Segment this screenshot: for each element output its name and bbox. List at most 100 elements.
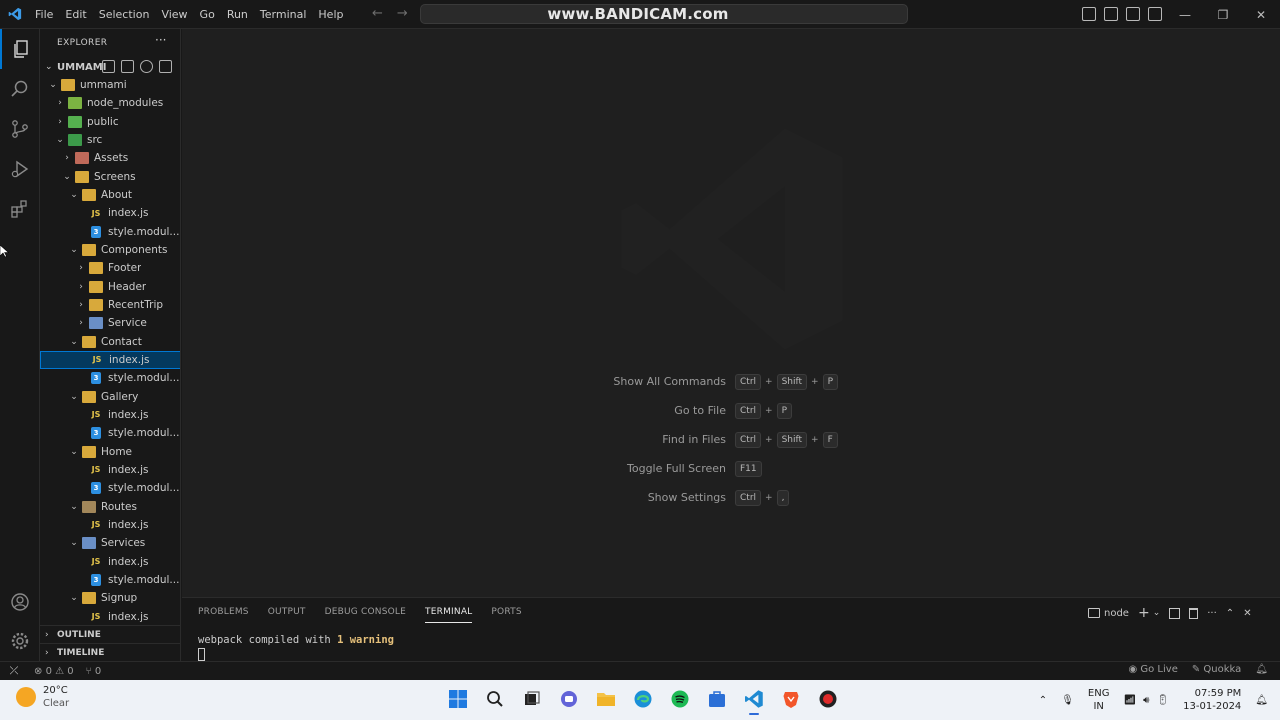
brave-browser-icon[interactable] <box>777 685 804 712</box>
close-button[interactable]: ✕ <box>1242 0 1280 29</box>
tab-debug-console[interactable]: DEBUG CONSOLE <box>325 607 406 623</box>
notification-center-icon[interactable]: 🔔︎ <box>1255 695 1268 706</box>
battery-icon[interactable]: 🔋︎ <box>1156 695 1169 706</box>
file-item[interactable]: 3 style.modul... <box>40 369 180 387</box>
folder-item[interactable]: ⌄ Services <box>40 534 180 552</box>
tab-output[interactable]: OUTPUT <box>268 607 306 623</box>
folder-item[interactable]: › public <box>40 113 180 131</box>
new-file-icon[interactable] <box>102 60 115 73</box>
collapse-all-icon[interactable] <box>159 60 172 73</box>
file-item[interactable]: 3 style.modul... <box>40 479 180 497</box>
source-control-icon[interactable] <box>0 109 40 149</box>
file-item[interactable]: JS index.js <box>40 516 180 534</box>
toggle-panel-icon[interactable] <box>1104 7 1118 21</box>
explorer-icon[interactable] <box>0 29 40 69</box>
folder-item[interactable]: › Footer <box>40 259 180 277</box>
weather-widget[interactable]: 20°C Clear <box>16 684 69 710</box>
menu-help[interactable]: Help <box>312 0 349 29</box>
wifi-icon[interactable]: 📶︎ <box>1123 695 1136 706</box>
folder-item[interactable]: › Assets <box>40 149 180 167</box>
microphone-icon[interactable]: 🎙︎ <box>1061 695 1074 706</box>
menu-view[interactable]: View <box>155 0 193 29</box>
clock[interactable]: 07:59 PM 13-01-2024 <box>1183 687 1241 713</box>
split-terminal-icon[interactable] <box>1169 607 1181 619</box>
language-indicator[interactable]: ENG IN <box>1088 687 1110 713</box>
new-folder-icon[interactable] <box>121 60 134 73</box>
minimize-button[interactable]: — <box>1166 0 1204 29</box>
timeline-section[interactable]: › TIMELINE <box>40 643 180 661</box>
folder-item[interactable]: ⌄ Signup <box>40 589 180 607</box>
menu-run[interactable]: Run <box>221 0 254 29</box>
problems-status[interactable]: ⊗ 0 ⚠ 0 <box>34 666 74 677</box>
folder-item[interactable]: › Service <box>40 314 180 332</box>
file-item[interactable]: 3 style.modul... <box>40 424 180 442</box>
more-actions-icon[interactable]: ··· <box>1207 608 1217 619</box>
back-arrow-icon[interactable]: ← <box>372 6 383 21</box>
menu-selection[interactable]: Selection <box>93 0 156 29</box>
restore-button[interactable]: ❐ <box>1204 0 1242 29</box>
menu-file[interactable]: File <box>29 0 59 29</box>
maximize-panel-icon[interactable]: ⌃ <box>1226 608 1234 619</box>
folder-item[interactable]: ⌄ Gallery <box>40 388 180 406</box>
folder-item[interactable]: › node_modules <box>40 94 180 112</box>
task-view-icon[interactable] <box>518 685 545 712</box>
file-item[interactable]: 3 style.modul... <box>40 223 180 241</box>
tab-terminal[interactable]: TERMINAL <box>425 607 473 623</box>
folder-item[interactable]: ⌄ Routes <box>40 498 180 516</box>
file-item[interactable]: JS index.js <box>40 553 180 571</box>
folder-item[interactable]: ⌄ ummami <box>40 76 180 94</box>
bandicam-record-icon[interactable] <box>814 685 841 712</box>
customize-layout-icon[interactable] <box>1148 7 1162 21</box>
menu-terminal[interactable]: Terminal <box>254 0 313 29</box>
folder-item[interactable]: › Header <box>40 278 180 296</box>
menu-go[interactable]: Go <box>194 0 221 29</box>
run-debug-icon[interactable] <box>0 149 40 189</box>
file-item[interactable]: JS index.js <box>40 406 180 424</box>
file-explorer-icon[interactable] <box>592 685 619 712</box>
vscode-taskbar-icon[interactable] <box>740 685 767 715</box>
settings-gear-icon[interactable] <box>0 621 40 661</box>
workspace-root[interactable]: ⌄ UMMAMI <box>40 58 180 76</box>
tab-problems[interactable]: PROBLEMS <box>198 607 249 623</box>
file-item[interactable]: JS index.js <box>40 608 180 626</box>
remote-indicator-icon[interactable]: ⤫ <box>0 662 28 681</box>
terminal-dropdown-icon[interactable]: ⌄ <box>1153 608 1161 618</box>
volume-icon[interactable]: 🔊︎ <box>1143 695 1149 706</box>
forward-arrow-icon[interactable]: → <box>397 6 408 21</box>
notifications-bell-icon[interactable]: 🔔︎ <box>1255 664 1268 675</box>
toggle-primary-sidebar-icon[interactable] <box>1082 7 1096 21</box>
folder-item[interactable]: ⌄ Home <box>40 443 180 461</box>
file-item[interactable]: JS index.js <box>40 350 180 369</box>
toggle-secondary-sidebar-icon[interactable] <box>1126 7 1140 21</box>
kill-terminal-icon[interactable] <box>1189 607 1199 619</box>
ports-status[interactable]: ⑂ 0 <box>86 666 102 677</box>
tab-ports[interactable]: PORTS <box>491 607 521 623</box>
folder-item[interactable]: › RecentTrip <box>40 296 180 314</box>
microsoft-store-icon[interactable] <box>703 685 730 712</box>
show-hidden-icons-chevron-icon[interactable]: ⌃ <box>1039 695 1047 706</box>
folder-item[interactable]: ⌄ src <box>40 131 180 149</box>
close-panel-icon[interactable]: ✕ <box>1243 608 1251 619</box>
outline-section[interactable]: › OUTLINE <box>40 625 180 643</box>
extensions-icon[interactable] <box>0 189 40 229</box>
account-icon[interactable] <box>0 582 40 622</box>
more-actions-icon[interactable]: ··· <box>155 33 166 47</box>
file-item[interactable]: JS index.js <box>40 204 180 222</box>
refresh-icon[interactable] <box>140 60 153 73</box>
file-item[interactable]: JS index.js <box>40 461 180 479</box>
folder-item[interactable]: ⌄ Contact <box>40 333 180 351</box>
edge-browser-icon[interactable] <box>629 685 656 712</box>
start-menu-icon[interactable] <box>444 685 471 712</box>
folder-item[interactable]: ⌄ Screens <box>40 168 180 186</box>
folder-item[interactable]: ⌄ Components <box>40 241 180 259</box>
quokka-button[interactable]: ✎ Quokka <box>1192 664 1241 675</box>
folder-item[interactable]: ⌄ About <box>40 186 180 204</box>
menu-edit[interactable]: Edit <box>59 0 92 29</box>
spotify-icon[interactable] <box>666 685 693 712</box>
search-icon[interactable] <box>481 685 508 712</box>
search-icon[interactable] <box>0 69 40 109</box>
new-terminal-icon[interactable]: + <box>1138 605 1150 621</box>
terminal-name[interactable]: node <box>1104 608 1129 619</box>
go-live-button[interactable]: ◉ Go Live <box>1128 664 1177 675</box>
file-item[interactable]: 3 style.modul... <box>40 571 180 589</box>
